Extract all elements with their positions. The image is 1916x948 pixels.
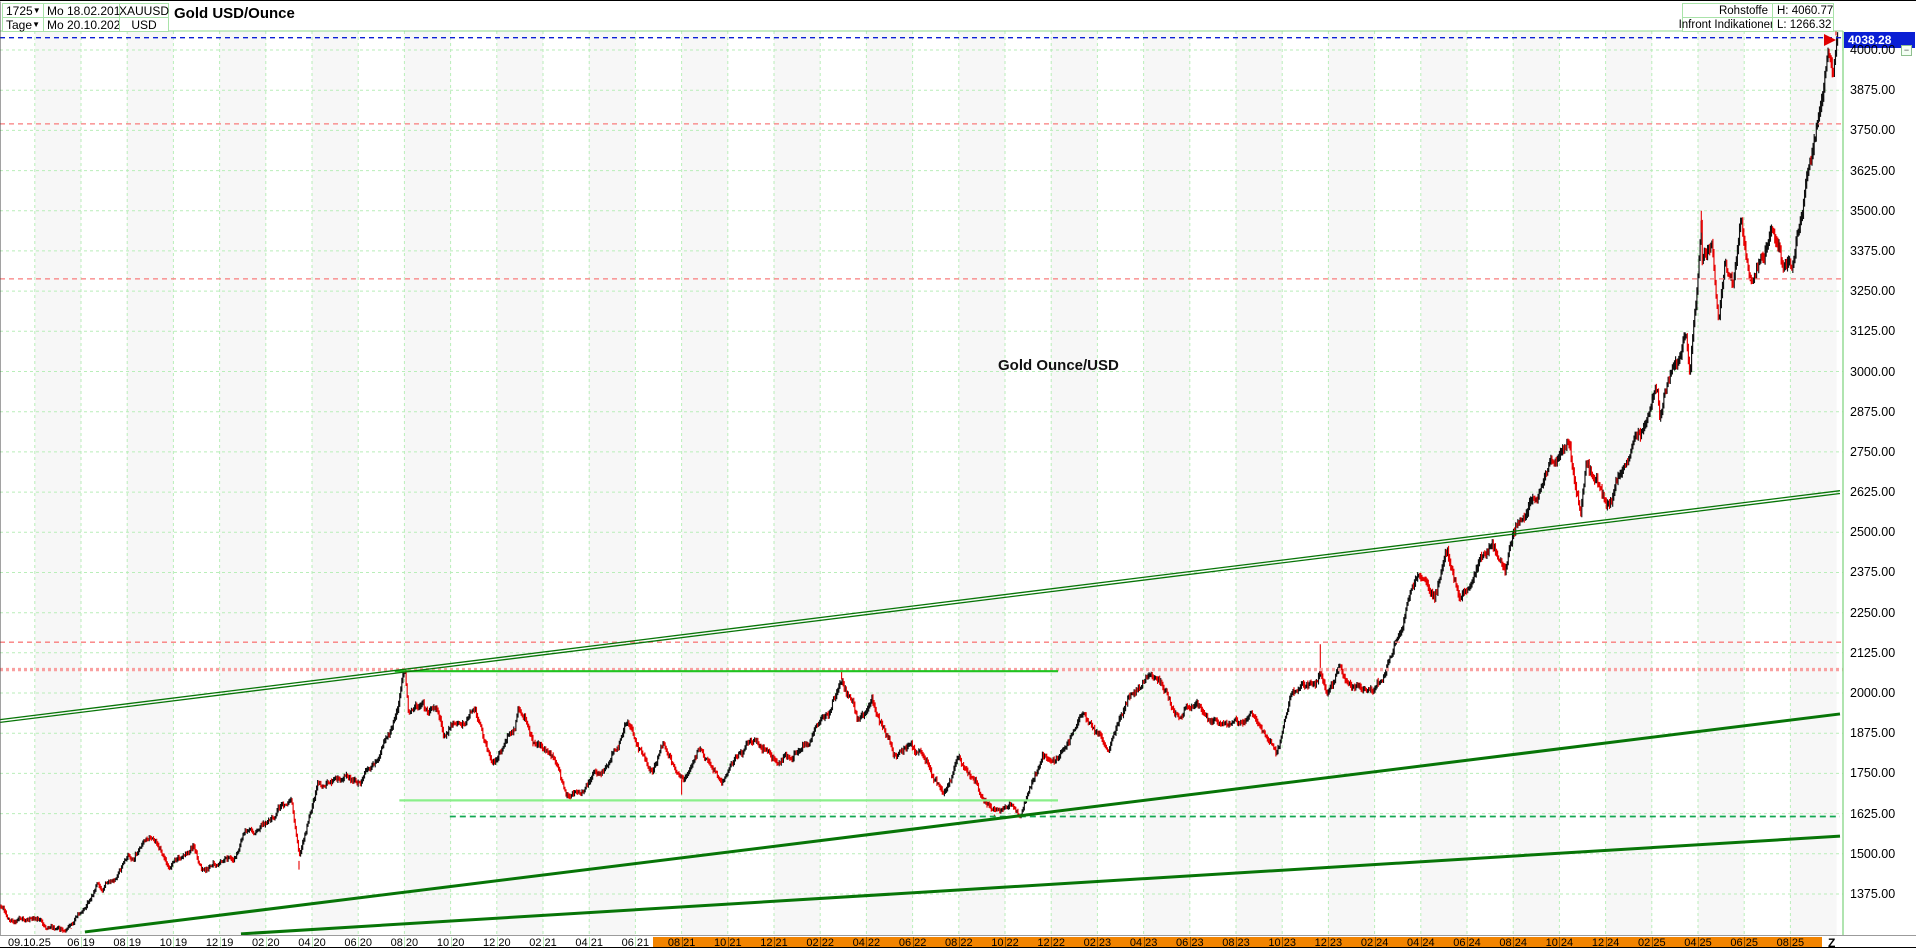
- bar-count-dropdown[interactable]: 1725 ▼: [2, 3, 44, 18]
- chart-window: 1725 ▼ Mo 18.02.2019 XAUUSD Tage ▼ Mo 20.1…: [0, 0, 1916, 948]
- bar-count-value: 1725: [6, 3, 33, 18]
- y-axis-label: 2000.00: [1850, 686, 1896, 701]
- y-axis-label: 2250.00: [1850, 605, 1896, 620]
- symbol-field[interactable]: XAUUSD: [119, 3, 169, 18]
- low-cell: L: 1266.32: [1772, 17, 1834, 32]
- chevron-down-icon: ▼: [32, 19, 40, 29]
- start-date-field[interactable]: Mo 18.02.2019: [43, 3, 127, 18]
- y-axis-label: 1375.00: [1850, 886, 1896, 901]
- y-axis-label: 3875.00: [1850, 83, 1896, 98]
- start-date-value: Mo 18.02.2019: [47, 3, 128, 18]
- chart-annotation[interactable]: Gold Ounce/USD: [998, 357, 1119, 374]
- category-value: Rohstoffe: [1718, 4, 1768, 17]
- chevron-down-icon: ▼: [32, 5, 41, 15]
- y-axis-label: 2375.00: [1850, 565, 1896, 580]
- period-dropdown[interactable]: Tage ▼: [2, 17, 44, 32]
- y-axis-label: 2500.00: [1850, 525, 1896, 540]
- y-axis-label: 1750.00: [1850, 766, 1896, 781]
- source-cell: Infront Indikationen: [1679, 17, 1776, 32]
- currency-value: USD: [131, 17, 157, 32]
- period-value: Tage: [6, 17, 33, 32]
- end-date-value: Mo 20.10.2025: [47, 17, 128, 32]
- y-axis-label: 3500.00: [1850, 203, 1896, 218]
- y-axis-label: 3125.00: [1850, 324, 1896, 339]
- y-axis-label: 2125.00: [1850, 645, 1896, 660]
- y-axis-label: 3750.00: [1850, 123, 1896, 138]
- y-axis-label: 3375.00: [1850, 243, 1896, 258]
- page-title: Gold USD/Ounce: [174, 5, 295, 22]
- y-axis-label: 2875.00: [1850, 404, 1896, 419]
- y-axis-label: 1875.00: [1850, 726, 1896, 741]
- source-value: Infront Indikationen: [1678, 18, 1777, 31]
- y-axis-label: 3250.00: [1850, 284, 1896, 299]
- currency-field: USD: [119, 17, 169, 32]
- trendline-channel-upper[interactable]: [0, 490, 1841, 721]
- horizontal-gridlines: [0, 49, 1843, 895]
- trendline-support-2[interactable]: [240, 834, 1841, 936]
- y-axis-label: 4000.00: [1850, 43, 1896, 57]
- symbol-value: XAUUSD: [119, 3, 170, 18]
- y-axis-label: 2625.00: [1850, 485, 1896, 500]
- axis-zoom-out-button[interactable]: −: [1901, 45, 1912, 56]
- y-axis-label: 3625.00: [1850, 163, 1896, 178]
- period-high-value: H: 4060.77: [1777, 4, 1834, 17]
- candles-up: [0, 32, 1839, 933]
- trendline-channel-upper[interactable]: [0, 492, 1841, 724]
- y-axis-label: 1625.00: [1850, 806, 1896, 821]
- price-chart-canvas[interactable]: [0, 1, 1916, 948]
- y-axis-label: 1500.00: [1850, 846, 1896, 861]
- end-date-field[interactable]: Mo 20.10.2025: [43, 17, 127, 32]
- high-cell: H: 4060.77: [1772, 3, 1834, 18]
- category-cell: Rohstoffe: [1682, 3, 1773, 18]
- period-low-value: L: 1266.32: [1777, 18, 1832, 31]
- y-axis-label: 3000.00: [1850, 364, 1896, 379]
- y-axis-label: 2750.00: [1850, 444, 1896, 459]
